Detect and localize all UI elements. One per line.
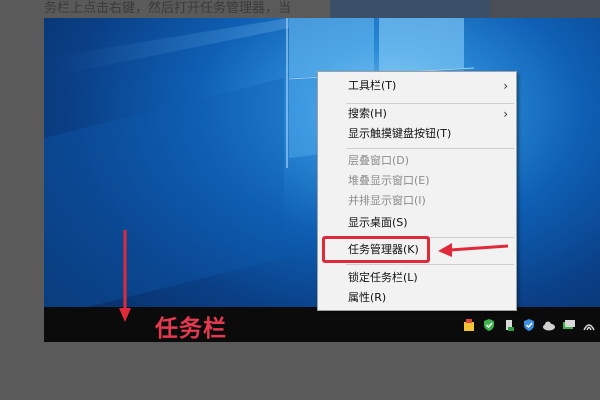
right-panel (330, 0, 600, 18)
menu-item-label: 锁定任务栏(L) (348, 271, 418, 284)
task-manager-highlight (322, 236, 430, 263)
menu-item-label: 搜索(H) (348, 107, 387, 120)
menu-item-lock-taskbar[interactable]: 锁定任务栏(L) (318, 268, 516, 288)
menu-item-side-by-side: 并排显示窗口(I) (318, 191, 516, 211)
menu-item-label: 堆叠显示窗口(E) (348, 174, 430, 187)
chevron-right-icon: › (503, 107, 508, 121)
shield-check-icon[interactable] (482, 318, 496, 332)
chevron-right-icon: › (503, 79, 508, 93)
menu-separator (346, 264, 514, 265)
menu-item-search[interactable]: 搜索(H) › (318, 104, 516, 124)
menu-item-properties[interactable]: 属性(R) (318, 288, 516, 308)
right-panel-image (330, 0, 490, 18)
cloud-icon[interactable] (542, 318, 556, 332)
menu-item-label: 属性(R) (348, 291, 387, 304)
menu-item-label: 并排显示窗口(I) (348, 194, 426, 207)
menu-item-label: 显示触摸键盘按钮(T) (348, 127, 452, 140)
menu-item-label: 显示桌面(S) (348, 216, 408, 229)
menu-item-label: 层叠窗口(D) (348, 154, 410, 167)
system-tray (462, 307, 600, 342)
usb-icon[interactable] (502, 318, 516, 332)
menu-item-toolbars[interactable]: 工具栏(T) › (318, 76, 516, 96)
left-arrow-annotation (438, 243, 509, 257)
shield-bag-icon[interactable] (462, 318, 476, 332)
menu-item-cascade: 层叠窗口(D) (318, 151, 516, 171)
menu-item-touch-keyboard[interactable]: 显示触摸键盘按钮(T) (318, 124, 516, 144)
security-shield-icon[interactable] (522, 318, 536, 332)
menu-item-show-desktop[interactable]: 显示桌面(S) (318, 213, 516, 233)
article-caption: 务栏上点击右键，然后打开任务管理器，当 (44, 1, 292, 16)
wifi-icon[interactable] (582, 318, 596, 332)
menu-separator (346, 148, 514, 149)
network-icon[interactable] (562, 318, 576, 332)
menu-item-stacked: 堆叠显示窗口(E) (318, 171, 516, 191)
context-menu: 工具栏(T) › 搜索(H) › 显示触摸键盘按钮(T) 层叠窗口(D) 堆叠显… (317, 71, 517, 311)
taskbar-label: 任务栏 (155, 316, 227, 342)
menu-item-label: 工具栏(T) (348, 79, 397, 92)
down-arrow-annotation (119, 230, 131, 322)
